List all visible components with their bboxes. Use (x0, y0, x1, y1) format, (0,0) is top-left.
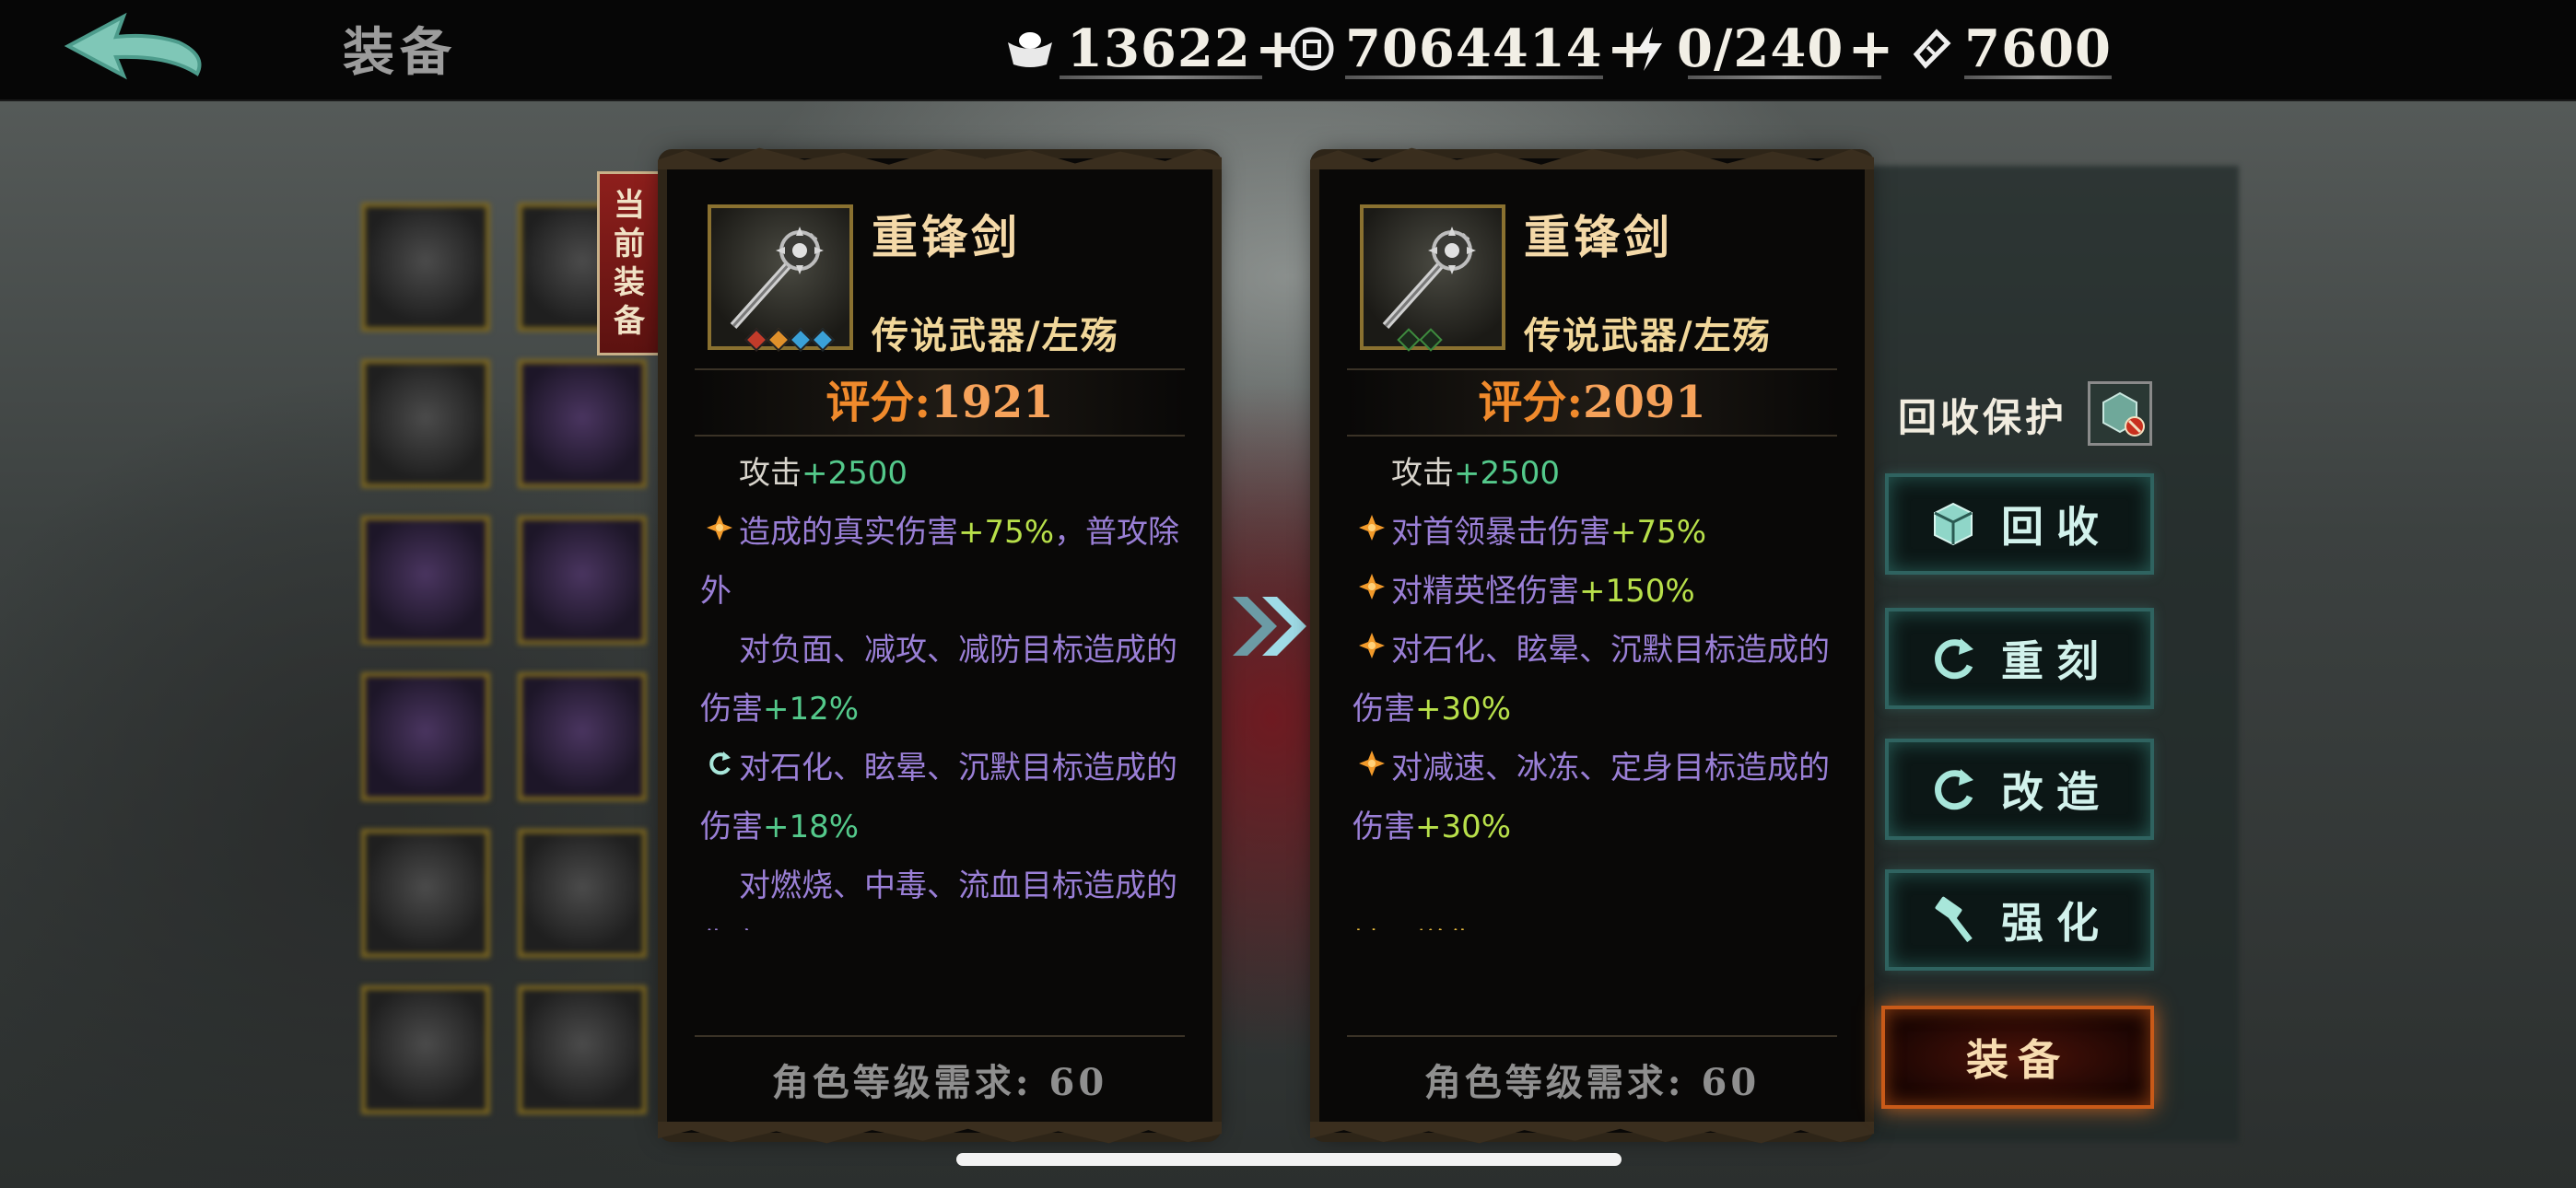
hammer-icon (1935, 896, 1973, 943)
equipment-slot[interactable] (518, 359, 647, 488)
home-indicator[interactable] (956, 1153, 1622, 1166)
item-name: 重锋剑 (872, 210, 1021, 264)
sword-icon (730, 227, 824, 330)
attribute-line: 对石化、眩晕、沉默目标造成的 (1352, 621, 1837, 680)
page-title: 装备 (343, 22, 457, 83)
gem-sockets (744, 328, 835, 352)
current-equipment-tag: 当 前 装 备 (597, 171, 662, 355)
attribute-line (1352, 856, 1837, 915)
equipment-slot[interactable] (361, 672, 490, 801)
attribute-line: 蚀灭增伤+10 (1352, 915, 1837, 930)
attribute-line: 伤害+12% (700, 691, 860, 728)
equipment-slot[interactable] (518, 516, 647, 645)
special-attr-icon (700, 503, 739, 562)
back-arrow-icon (64, 12, 202, 80)
special-attr-icon (1352, 503, 1391, 562)
attribute-line: 对负面、减攻、减防目标造成的 (739, 632, 1177, 669)
back-button[interactable] (59, 9, 216, 92)
equipment-slot[interactable] (361, 359, 490, 488)
attribute-list: 攻击+2500 造成的真实伤害+75%，普攻除外对负面、减攻、减防目标造成的伤害+… (700, 444, 1185, 930)
special-attr-icon (1352, 739, 1391, 798)
silver-resource: 13622 + (1004, 17, 1301, 81)
top-bar: 装备 13622 + 7064414 + 0/240 + 7600 (0, 0, 2576, 101)
attribute-line: 攻击+2500 (1391, 455, 1561, 492)
current-item-card: 重锋剑 传说武器/左殇 评分:1921 攻击+2500 造成的真实伤害+75%，普… (658, 147, 1222, 1144)
ticket-resource: 7600 (1909, 17, 2112, 81)
locked-cube-icon (2102, 391, 2145, 437)
equipment-slot[interactable] (361, 203, 490, 332)
reforge-button[interactable]: 重刻 (1885, 608, 2154, 709)
level-requirement: 角色等级需求: 60 (695, 1035, 1185, 1133)
weapon-portrait (708, 204, 853, 352)
equipment-slot[interactable] (361, 985, 490, 1114)
item-score: 评分:1921 (695, 368, 1185, 437)
reroll-icon (1935, 769, 1973, 810)
remodel-button[interactable]: 改造 (1885, 739, 2154, 840)
weapon-portrait (1360, 204, 1505, 352)
equipment-slot[interactable] (518, 985, 647, 1114)
new-item-card: 重锋剑 传说武器/左殇 评分:2091 攻击+2500 对首领暴击伤害+75% 对精… (1310, 147, 1874, 1144)
attribute-line: 对精英怪伤害+150% (1352, 562, 1837, 621)
recycle-protect-label: 回收保护 (1898, 395, 2068, 440)
level-requirement: 角色等级需求: 60 (1347, 1035, 1837, 1133)
equip-button[interactable]: 装备 (1881, 1006, 2154, 1109)
special-attr-icon (1352, 621, 1391, 680)
lightning-icon (1633, 21, 1666, 76)
coin-icon (1290, 21, 1334, 76)
attribute-line: 对减速、冰冻、定身目标造成的 (1352, 739, 1837, 798)
item-score: 评分:2091 (1347, 368, 1837, 437)
recycle-button[interactable]: 回收 (1885, 473, 2154, 575)
attribute-line: 伤害+11% (700, 915, 1185, 930)
attribute-line: 伤害+30% (1352, 691, 1512, 728)
item-name: 重锋剑 (1524, 210, 1673, 264)
attribute-line: 对首领暴击伤害+75% (1352, 503, 1837, 562)
reroll-icon (1935, 638, 1973, 680)
attribute-line: 对燃烧、中毒、流血目标造成的 (739, 868, 1177, 904)
attribute-line: 伤害+18% (700, 809, 860, 845)
sword-icon (1382, 227, 1476, 330)
item-type: 传说武器/左殇 (872, 314, 1119, 357)
add-energy-button[interactable]: + (1847, 17, 1893, 81)
compare-arrow-icon (1225, 589, 1317, 663)
attribute-list: 攻击+2500 对首领暴击伤害+75% 对精英怪伤害+150% 对石化、眩晕、沉默目标… (1352, 444, 1837, 930)
silver-ingot-icon (1004, 21, 1056, 76)
ticket-icon (1909, 21, 1953, 76)
equipment-slot[interactable] (361, 516, 490, 645)
coin-resource: 7064414 + (1290, 17, 1653, 81)
special-attr-icon (1352, 562, 1391, 621)
attribute-line: 对石化、眩晕、沉默目标造成的 (700, 739, 1185, 798)
attribute-line: 伤害+30% (1352, 809, 1512, 845)
equipment-slot[interactable] (361, 829, 490, 958)
attribute-line: 造成的真实伤害+75%，普攻除 (700, 503, 1185, 562)
recycle-protect-toggle[interactable] (2088, 381, 2152, 446)
enhance-button[interactable]: 强化 (1885, 869, 2154, 971)
attribute-line: 攻击+2500 (739, 455, 908, 492)
equipment-slot[interactable] (518, 672, 647, 801)
energy-resource: 0/240 + (1633, 17, 1894, 81)
reroll-icon (700, 739, 739, 798)
cube-icon (1934, 502, 1973, 546)
item-type: 传说武器/左殇 (1524, 314, 1772, 357)
gem-sockets (1397, 328, 1443, 352)
attribute-line: 外 (700, 573, 732, 610)
equipment-slot[interactable] (518, 829, 647, 958)
